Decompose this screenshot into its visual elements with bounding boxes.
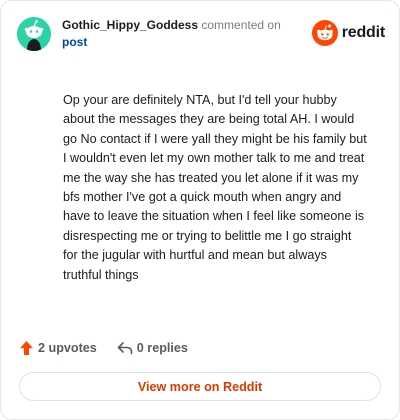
reddit-logo-text: reddit bbox=[341, 24, 385, 41]
author-name[interactable]: Gothic_Hippy_Goddess bbox=[62, 18, 198, 32]
embedded-comment-card: Gothic_Hippy_Goddess commented on post r… bbox=[0, 0, 400, 420]
replies-button[interactable]: 0 replies bbox=[117, 341, 188, 355]
reddit-logo[interactable]: reddit bbox=[311, 20, 385, 46]
comment-attribution: Gothic_Hippy_Goddess commented on post bbox=[62, 17, 302, 51]
commented-on-text: commented on bbox=[201, 18, 281, 32]
user-avatar[interactable] bbox=[17, 17, 51, 51]
reddit-logo-icon bbox=[311, 20, 338, 46]
comment-actions: 2 upvotes 0 replies bbox=[19, 338, 188, 358]
post-link[interactable]: post bbox=[62, 34, 302, 51]
comment-body: Op your are definitely NTA, but I'd tell… bbox=[63, 93, 367, 282]
replies-count: 0 replies bbox=[136, 341, 188, 355]
upvote-button[interactable]: 2 upvotes bbox=[19, 340, 97, 356]
comment-header: Gothic_Hippy_Goddess commented on post r… bbox=[17, 15, 385, 55]
upvote-arrow-icon bbox=[20, 341, 33, 355]
avatar-snoo-icon bbox=[17, 17, 51, 51]
reply-arrow-icon bbox=[117, 342, 133, 355]
view-more-on-reddit-button[interactable]: View more on Reddit bbox=[19, 372, 381, 401]
upvotes-count: 2 upvotes bbox=[38, 341, 97, 355]
